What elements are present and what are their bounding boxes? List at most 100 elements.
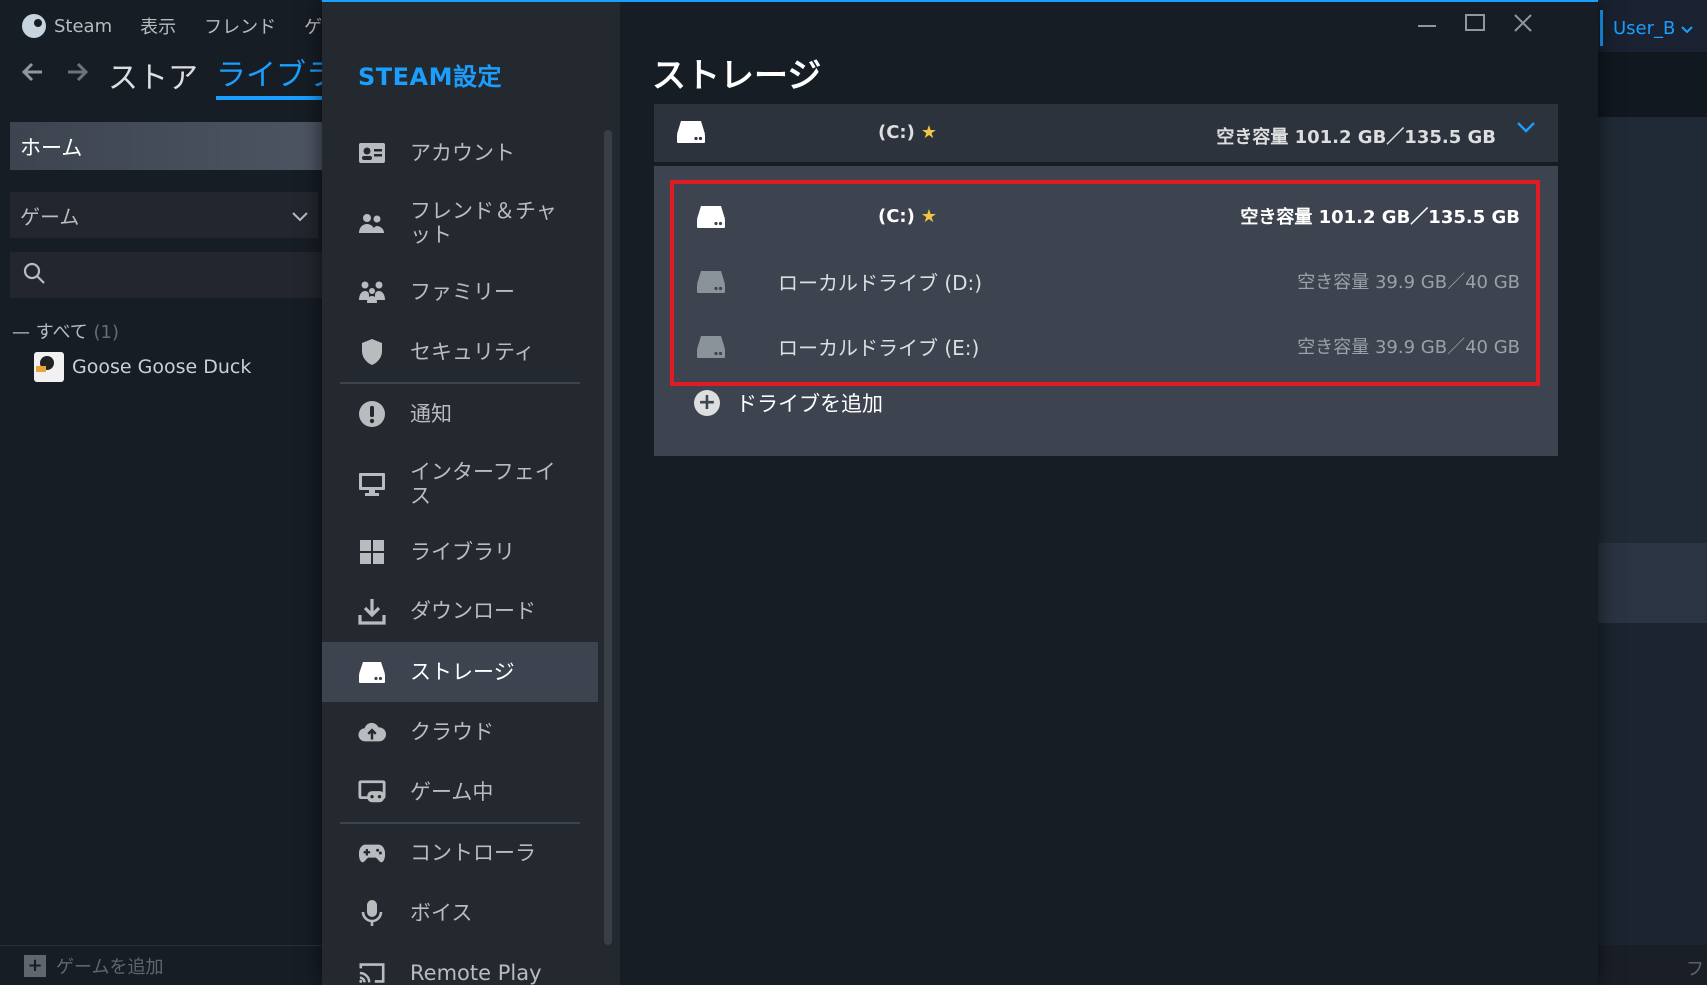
sidebar-item-label: ファミリー <box>410 280 515 304</box>
sidebar-item-interface[interactable]: インターフェイス <box>322 458 598 510</box>
cloud-icon <box>358 718 386 746</box>
sidebar-item-label: ゲーム中 <box>410 780 494 804</box>
drive-name: (C:) ★ <box>878 206 937 227</box>
page-title: ストレージ <box>652 56 822 96</box>
shield-icon <box>358 338 386 366</box>
sidebar-item-label: コントローラ <box>410 841 536 865</box>
menu-view[interactable]: 表示 <box>140 13 176 39</box>
menu-friends[interactable]: フレンド <box>204 13 276 39</box>
drive-name: ローカルドライブ (D:) <box>778 270 983 295</box>
drive-option-c[interactable]: (C:) ★ 空き容量 101.2 GB／135.5 GB <box>690 186 1520 246</box>
sidebar-item-family[interactable]: ファミリー <box>322 277 598 307</box>
sidebar-item-remote-play[interactable]: Remote Play <box>322 958 598 985</box>
plus-square-icon: + <box>24 954 46 977</box>
all-games-header[interactable]: — すべて (1) <box>12 318 119 344</box>
sidebar-item-label: ダウンロード <box>410 599 536 623</box>
game-title: Goose Goose Duck <box>72 356 252 378</box>
game-filter-dropdown[interactable]: ゲーム <box>10 192 318 238</box>
sidebar-item-library[interactable]: ライブラリ <box>322 537 598 567</box>
microphone-icon <box>358 899 386 927</box>
sidebar-item-notifications[interactable]: 通知 <box>322 399 598 429</box>
drive-select-dropdown[interactable]: (C:) ★ 空き容量 101.2 GB／135.5 GB <box>654 104 1558 162</box>
sidebar-item-label: セキュリティ <box>410 340 535 364</box>
game-filter-label: ゲーム <box>20 204 80 229</box>
arrow-right-icon[interactable] <box>64 59 90 91</box>
screen: Steam 表示 フレンド ゲ ストア ライブラ ホーム ゲーム — すべて (… <box>0 0 1707 985</box>
sidebar-item-security[interactable]: セキュリティ <box>322 337 598 367</box>
game-list-item[interactable]: Goose Goose Duck <box>34 352 251 382</box>
strip-low <box>1598 623 1707 945</box>
sidebar-item-in-game[interactable]: ゲーム中 <box>322 777 598 807</box>
drive-icon <box>696 204 726 235</box>
add-drive-label: ドライブを追加 <box>736 392 883 416</box>
star-icon: ★ <box>920 122 938 143</box>
steam-logo-icon <box>22 14 46 38</box>
game-goose-icon <box>34 352 64 382</box>
drive-free-space: 空き容量 39.9 GB／40 GB <box>1297 272 1520 293</box>
chevron-down-icon <box>1516 116 1536 141</box>
sidebar-divider <box>340 382 580 384</box>
library-nav: ストア ライブラ <box>20 50 336 100</box>
sidebar-item-label: インターフェイス <box>410 460 556 508</box>
drive-name: ローカルドライブ (E:) <box>778 335 980 360</box>
tab-store[interactable]: ストア <box>108 53 198 97</box>
menu-bar: Steam 表示 フレンド ゲ <box>0 0 330 52</box>
sidebar-item-storage[interactable]: ストレージ <box>322 642 598 702</box>
sidebar-item-downloads[interactable]: ダウンロード <box>322 596 598 626</box>
drive-free-space: 空き容量 39.9 GB／40 GB <box>1297 337 1520 358</box>
sidebar-item-label: フレンド＆チャット <box>410 199 557 247</box>
drive-option-e[interactable]: ローカルドライブ (E:) 空き容量 39.9 GB／40 GB <box>690 316 1520 376</box>
notification-icon <box>358 400 386 428</box>
settings-main: ストレージ (C:) ★ 空き容量 101.2 GB／135.5 GB (C:)… <box>620 2 1598 985</box>
account-card-icon <box>358 139 386 167</box>
selected-drive-label: (C:) <box>878 122 915 143</box>
sidebar-item-voice[interactable]: ボイス <box>322 898 598 928</box>
strip-mid2 <box>1598 543 1707 623</box>
monitor-icon <box>358 470 386 498</box>
sidebar-item-account[interactable]: アカウント <box>322 138 598 168</box>
drive-dropdown-list: (C:) ★ 空き容量 101.2 GB／135.5 GB ローカルドライブ (D… <box>654 166 1558 456</box>
collapse-icon: — <box>12 322 36 343</box>
sidebar-item-label: ボイス <box>410 901 473 925</box>
star-icon: ★ <box>920 205 938 227</box>
all-games-label: すべて <box>35 322 88 343</box>
sidebar-item-label: ストレージ <box>410 660 515 684</box>
settings-window: STEAM設定 アカウント フレンド＆チャット ファミリー セキュリティ 通知 … <box>322 0 1598 985</box>
add-game-button[interactable]: + ゲームを追加 <box>0 945 330 985</box>
minimize-icon[interactable] <box>1416 12 1438 40</box>
sidebar-item-cloud[interactable]: クラウド <box>322 717 598 747</box>
grid-icon <box>358 538 386 566</box>
user-menu-button[interactable]: User_B <box>1600 10 1700 46</box>
gamepad-icon <box>358 839 386 867</box>
library-search-input[interactable] <box>10 252 340 298</box>
drive-option-d[interactable]: ローカルドライブ (D:) 空き容量 39.9 GB／40 GB <box>690 251 1520 311</box>
sidebar-scrollbar[interactable] <box>604 130 612 945</box>
library-content-strip: フ <box>1598 0 1707 985</box>
arrow-left-icon[interactable] <box>20 59 46 91</box>
drive-label: (C:) <box>878 205 915 227</box>
settings-sidebar: STEAM設定 アカウント フレンド＆チャット ファミリー セキュリティ 通知 … <box>322 2 620 985</box>
sidebar-item-controller[interactable]: コントローラ <box>322 838 598 868</box>
search-icon <box>22 261 46 289</box>
add-game-label: ゲームを追加 <box>56 956 164 978</box>
menu-games[interactable]: ゲ <box>304 13 322 39</box>
user-name: User_B <box>1613 17 1676 39</box>
selected-drive-free: 空き容量 101.2 GB／135.5 GB <box>1216 127 1496 148</box>
drive-free-space: 空き容量 101.2 GB／135.5 GB <box>1240 207 1520 228</box>
menu-steam[interactable]: Steam <box>22 14 112 38</box>
selected-drive-name: (C:) ★ <box>878 122 937 143</box>
plus-circle-icon: + <box>694 390 720 416</box>
sidebar-item-label: Remote Play <box>410 961 542 985</box>
sidebar-item-friends-chat[interactable]: フレンド＆チャット <box>322 198 598 248</box>
chevron-down-icon <box>1681 18 1694 39</box>
all-games-count: (1) <box>93 322 120 343</box>
add-drive-button[interactable]: + ドライブを追加 <box>694 388 883 418</box>
home-button[interactable]: ホーム <box>10 122 340 170</box>
tab-library[interactable]: ライブラ <box>216 50 336 100</box>
settings-title: STEAM設定 <box>358 63 503 91</box>
close-icon[interactable] <box>1512 12 1534 40</box>
drive-icon <box>696 269 726 300</box>
download-icon <box>358 597 386 625</box>
maximize-icon[interactable] <box>1464 12 1486 40</box>
sidebar-item-label: アカウント <box>410 141 515 165</box>
